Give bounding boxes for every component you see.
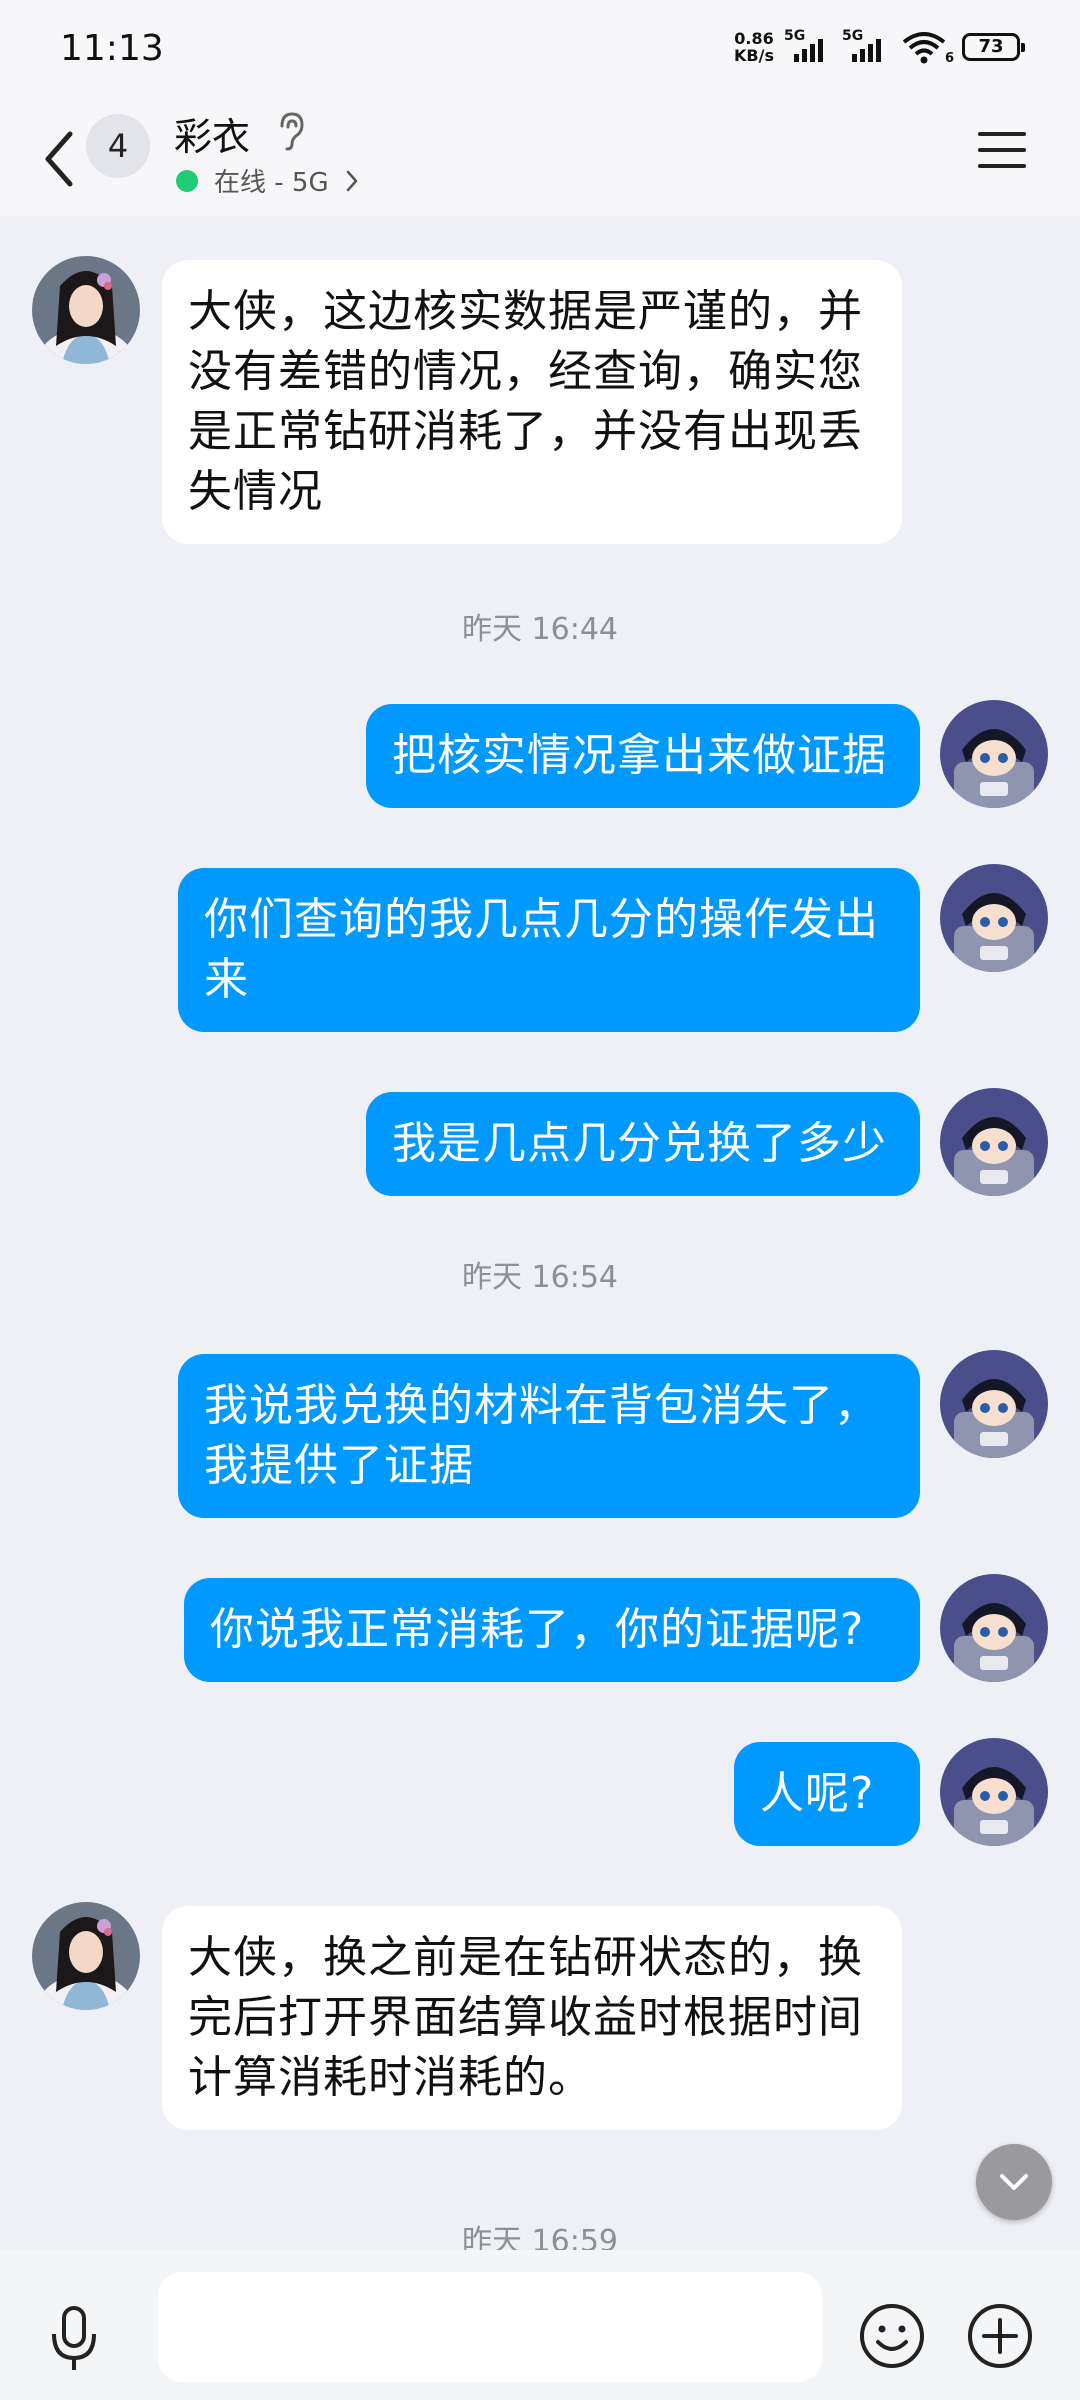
message-list[interactable]: 大侠，这边核实数据是严谨的，并没有差错的情况，经查询，确实您是正常钻研消耗了，并… bbox=[0, 216, 1080, 2259]
battery-indicator: 73 bbox=[962, 33, 1025, 61]
chat-header: 彩衣 在线 - 5G bbox=[0, 100, 1080, 216]
contact-avatar[interactable] bbox=[32, 256, 140, 364]
emoji-icon[interactable] bbox=[858, 2302, 926, 2370]
plus-icon[interactable] bbox=[966, 2302, 1034, 2370]
input-bar bbox=[0, 2250, 1080, 2400]
user-avatar[interactable] bbox=[940, 1574, 1048, 1682]
online-status[interactable]: 在线 - 5G bbox=[176, 162, 359, 199]
message-bubble-outgoing[interactable]: 人呢? bbox=[734, 1742, 920, 1846]
message-bubble-incoming[interactable]: 大侠，换之前是在钻研状态的，换完后打开界面结算收益时根据时间计算消耗时消耗的。 bbox=[162, 1906, 902, 2130]
user-avatar[interactable] bbox=[940, 1088, 1048, 1196]
user-avatar[interactable] bbox=[940, 864, 1048, 972]
message-bubble-outgoing[interactable]: 你们查询的我几点几分的操作发出来 bbox=[178, 868, 920, 1032]
back-icon[interactable] bbox=[36, 124, 86, 194]
message-bubble-outgoing[interactable]: 我说我兑换的材料在背包消失了，我提供了证据 bbox=[178, 1354, 920, 1518]
message-bubble-outgoing[interactable]: 你说我正常消耗了，你的证据呢? bbox=[184, 1578, 920, 1682]
chevron-right-icon bbox=[346, 170, 357, 191]
message-timestamp: 昨天 16:54 bbox=[462, 1260, 618, 1295]
message-bubble-outgoing[interactable]: 我是几点几分兑换了多少 bbox=[366, 1092, 920, 1196]
message-bubble-incoming[interactable]: 大侠，这边核实数据是严谨的，并没有差错的情况，经查询，确实您是正常钻研消耗了，并… bbox=[162, 260, 902, 544]
message-bubble-outgoing[interactable]: 把核实情况拿出来做证据 bbox=[366, 704, 920, 808]
mic-icon[interactable] bbox=[48, 2304, 100, 2374]
message-timestamp: 昨天 16:44 bbox=[462, 612, 618, 647]
online-dot bbox=[176, 169, 198, 192]
menu-icon[interactable] bbox=[976, 128, 1028, 172]
contact-name[interactable]: 彩衣 bbox=[174, 106, 250, 161]
net-speed: 0.86 KB/s bbox=[734, 29, 774, 65]
status-bar: 11:13 0.86 KB/s 5G 5G 6 73 bbox=[0, 0, 1080, 100]
chevron-down-icon bbox=[1000, 2174, 1028, 2190]
message-input[interactable] bbox=[158, 2272, 822, 2382]
user-avatar[interactable] bbox=[940, 700, 1048, 808]
signal-sim1-icon: 5G bbox=[784, 28, 832, 62]
scroll-to-bottom-button[interactable] bbox=[976, 2144, 1052, 2220]
unread-count-badge[interactable]: 4 bbox=[86, 114, 150, 178]
user-avatar[interactable] bbox=[940, 1738, 1048, 1846]
signal-sim2-icon: 5G bbox=[842, 28, 890, 62]
user-avatar[interactable] bbox=[940, 1350, 1048, 1458]
contact-avatar[interactable] bbox=[32, 1902, 140, 2010]
wifi-icon: 6 bbox=[902, 30, 954, 66]
status-icons: 0.86 KB/s 5G 5G 6 73 bbox=[734, 28, 1025, 66]
ear-icon[interactable] bbox=[274, 110, 308, 152]
status-time: 11:13 bbox=[60, 28, 164, 69]
